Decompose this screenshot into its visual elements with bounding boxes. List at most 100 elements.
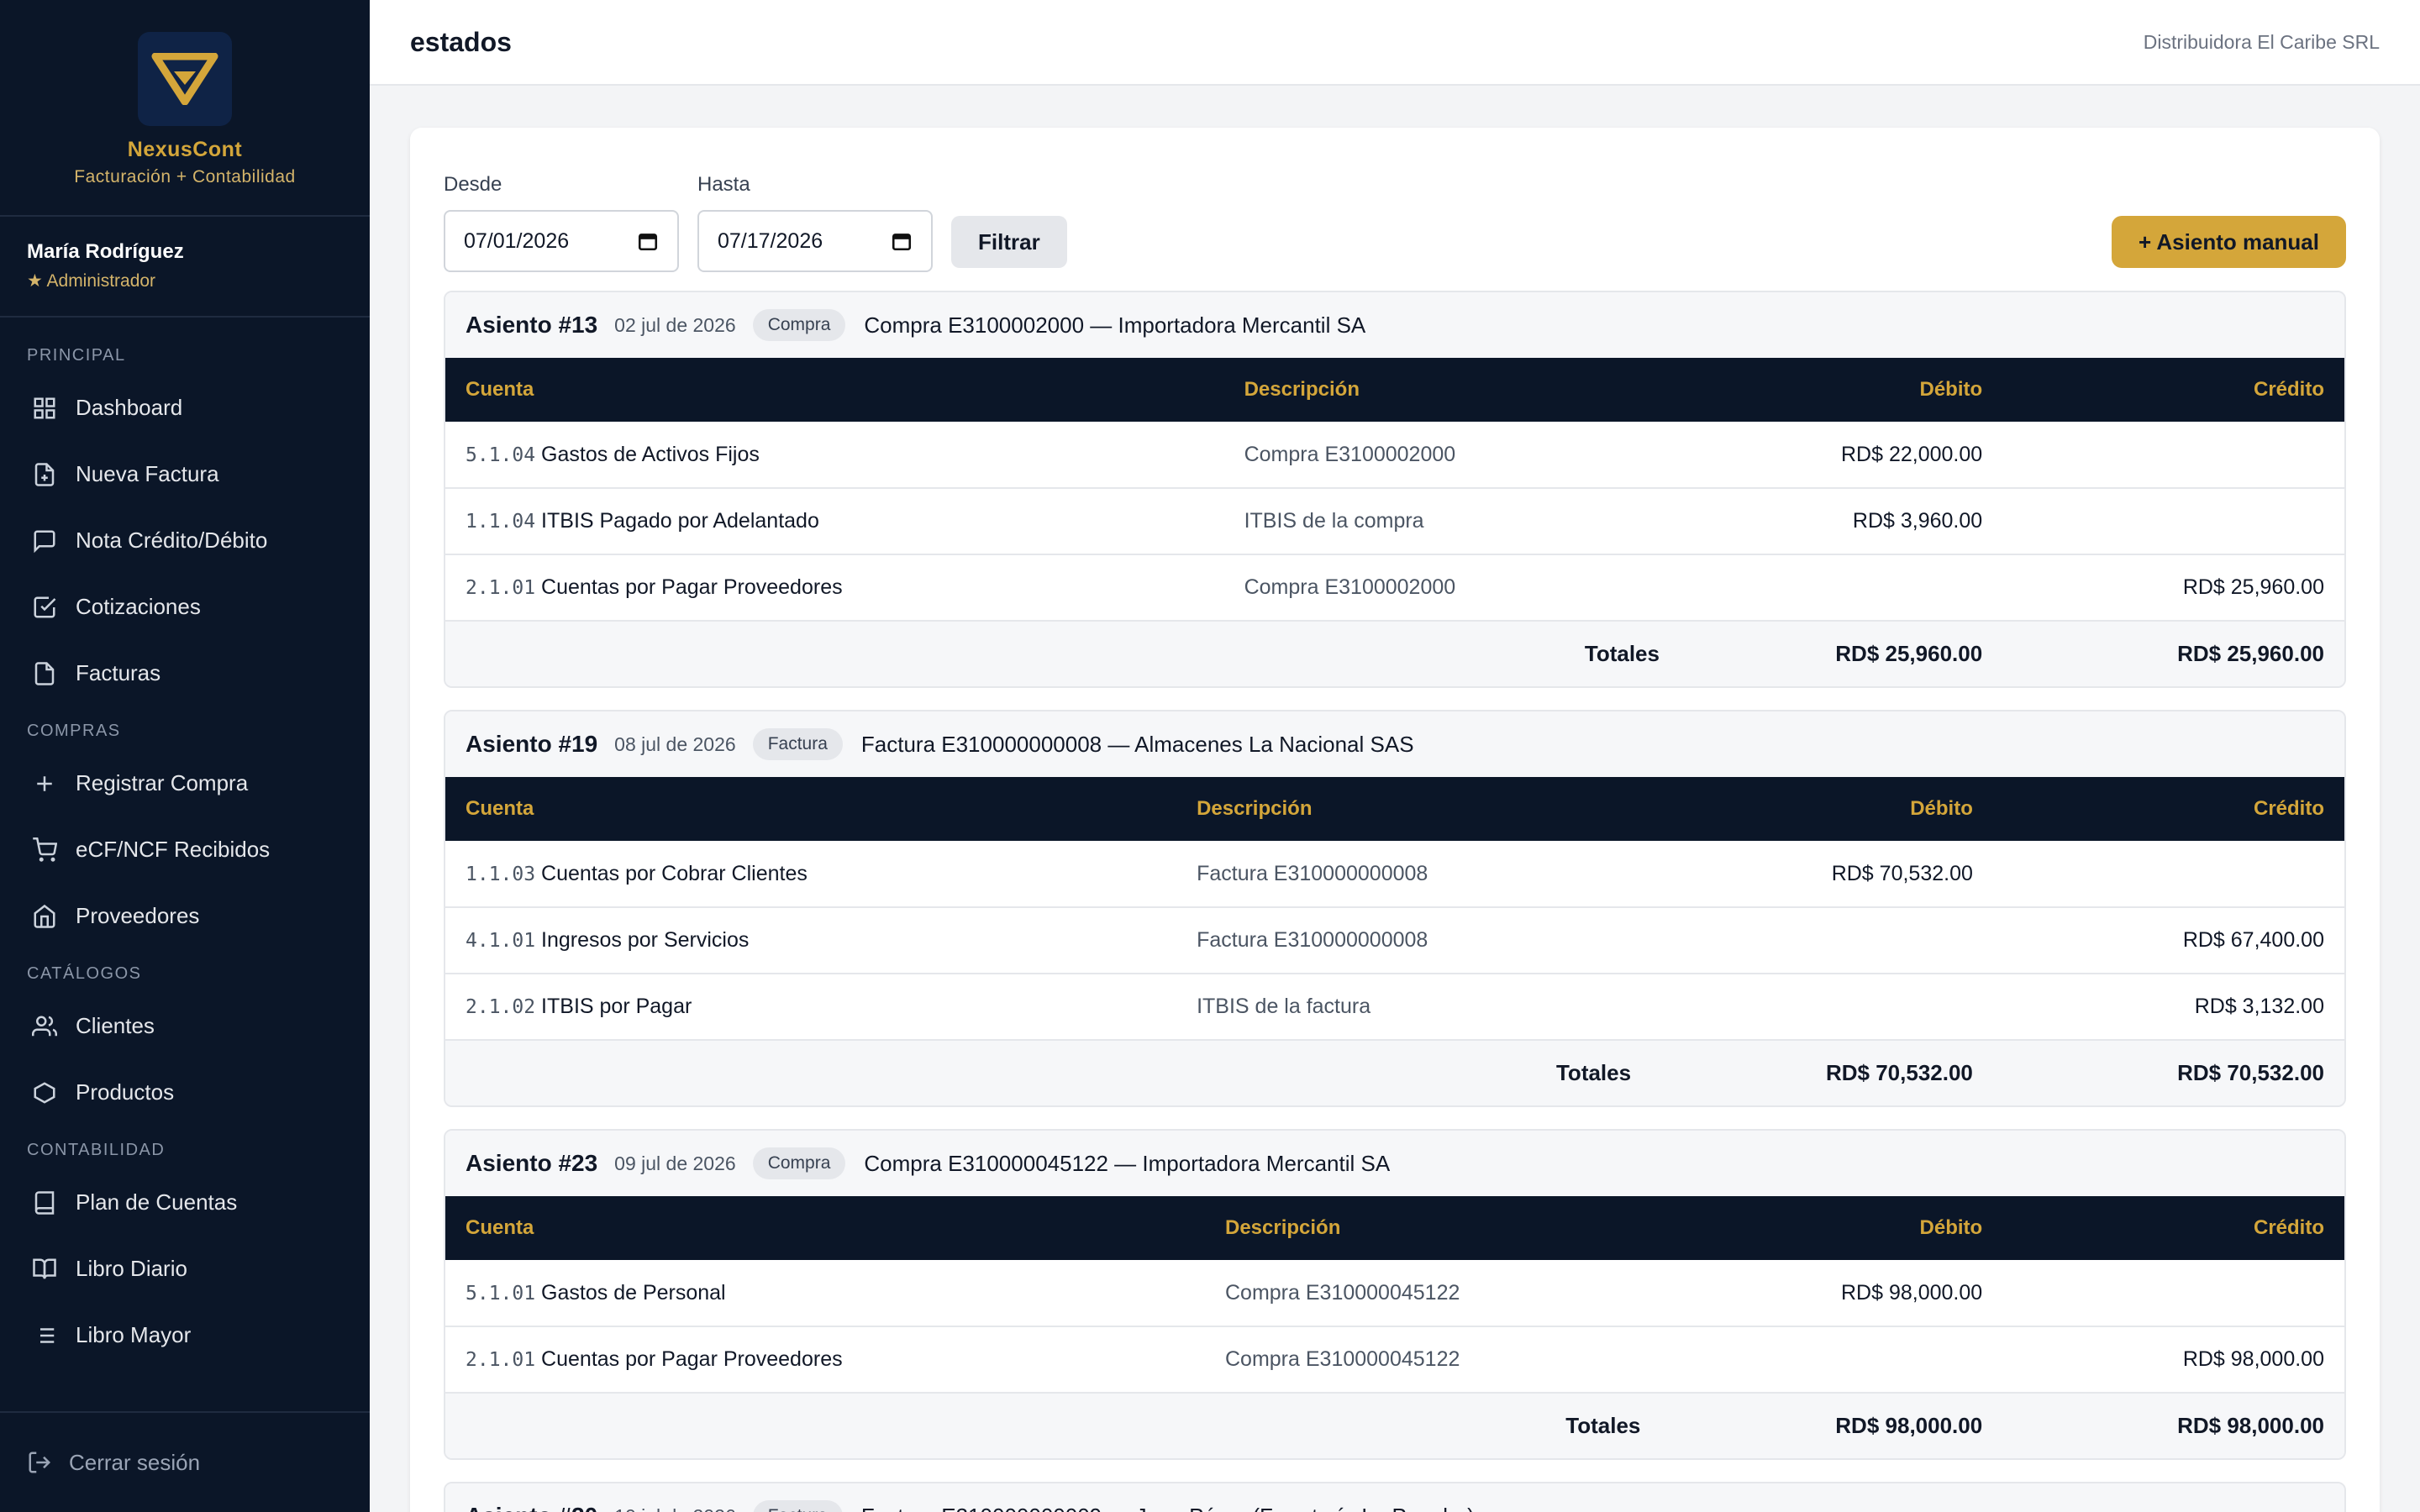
nav-section-compras: COMPRAS bbox=[27, 722, 121, 740]
desde-field: Desde 07/01/2026 bbox=[444, 173, 679, 272]
brand: NexusCont Facturación + Contabilidad bbox=[0, 0, 370, 217]
description-cell: Compra E310000045122 bbox=[1225, 1280, 1460, 1305]
nav-item-label: Nueva Factura bbox=[76, 461, 219, 486]
nav-item-libro-mayor[interactable]: Libro Mayor bbox=[0, 1302, 370, 1368]
calendar-icon[interactable] bbox=[637, 230, 659, 252]
account-cell: 2.1.01 Cuentas por Pagar Proveedores bbox=[445, 1326, 1205, 1393]
hasta-value: 07/17/2026 bbox=[718, 228, 823, 253]
nav-item-ecf-ncf-recibidos[interactable]: eCF/NCF Recibidos bbox=[0, 816, 370, 883]
entry-date: 02 jul de 2026 bbox=[614, 313, 736, 336]
date-filters: Desde 07/01/2026 Hasta 07/17/2026 Filtra… bbox=[444, 165, 2346, 272]
brand-subtitle: Facturación + Contabilidad bbox=[74, 167, 296, 186]
list-icon bbox=[40, 1327, 55, 1343]
entry-table: Cuenta Descripción Débito Crédito 5.1.01 Gas… bbox=[445, 1196, 2344, 1458]
column-credito: Crédito bbox=[2254, 378, 2324, 401]
credit-cell bbox=[2002, 488, 2344, 554]
entry-header: Asiento #19 08 jul de 2026 Factura Factura … bbox=[445, 711, 2344, 777]
column-descripcion: Descripción bbox=[1225, 1216, 1341, 1239]
account-name: Cuentas por Cobrar Clientes bbox=[541, 861, 808, 885]
users-icon bbox=[32, 1016, 57, 1036]
table-row: 2.1.01 Cuentas por Pagar Proveedores Comp… bbox=[445, 554, 2344, 621]
nav-item-proveedores[interactable]: Proveedores bbox=[0, 883, 370, 949]
nav-item-label: Clientes bbox=[76, 1013, 155, 1038]
nav-item-label: Dashboard bbox=[76, 395, 183, 420]
hexagon-icon bbox=[34, 1081, 55, 1104]
nav-item-dashboard[interactable]: Dashboard bbox=[0, 375, 370, 441]
nav-item-facturas[interactable]: Facturas bbox=[0, 640, 370, 706]
credit-cell: RD$ 25,960.00 bbox=[2182, 575, 2324, 599]
credit-cell bbox=[1993, 841, 2344, 907]
entry-description: Compra E3100002000 — Importadora Mercant… bbox=[864, 312, 1366, 338]
entry-type-badge: Compra bbox=[752, 1147, 846, 1179]
entry-type-badge: Compra bbox=[752, 309, 846, 341]
hasta-date-input[interactable]: 07/17/2026 bbox=[697, 210, 933, 272]
account-name: ITBIS Pagado por Adelantado bbox=[541, 509, 819, 533]
column-cuenta: Cuenta bbox=[466, 797, 534, 820]
account-code: 5.1.01 bbox=[466, 1282, 536, 1305]
nav-section-principal: PRINCIPAL bbox=[27, 346, 126, 365]
nav-item-label: Plan de Cuentas bbox=[76, 1189, 238, 1215]
account-cell: 5.1.01 Gastos de Personal bbox=[445, 1260, 1205, 1326]
journal-card: Desde 07/01/2026 Hasta 07/17/2026 Filtra… bbox=[410, 128, 2380, 1512]
entry-description: Factura E310000000008 — Almacenes La Nac… bbox=[860, 731, 1414, 757]
debit-cell bbox=[1660, 1326, 2002, 1393]
nav-item-cotizaciones[interactable]: Cotizaciones bbox=[0, 574, 370, 640]
total-credit: RD$ 98,000.00 bbox=[2177, 1413, 2324, 1438]
account-name: Gastos de Personal bbox=[541, 1280, 726, 1305]
nav-item-libro-diario[interactable]: Libro Diario bbox=[0, 1236, 370, 1302]
account-name: Ingresos por Servicios bbox=[541, 928, 750, 952]
account-name: ITBIS por Pagar bbox=[541, 995, 692, 1018]
description-cell: Compra E3100002000 bbox=[1244, 442, 1456, 466]
nav-item-clientes[interactable]: Clientes bbox=[0, 993, 370, 1059]
debit-cell bbox=[1680, 554, 2002, 621]
totals-spacer bbox=[445, 621, 1224, 686]
entry-table: Cuenta Descripción Débito Crédito 5.1.04 Gas… bbox=[445, 358, 2344, 686]
home-icon bbox=[34, 904, 55, 928]
hasta-field: Hasta 07/17/2026 bbox=[697, 173, 933, 272]
debit-cell bbox=[1651, 907, 1993, 974]
credit-cell bbox=[2002, 1260, 2344, 1326]
plus-icon bbox=[37, 775, 52, 791]
filter-button[interactable]: Filtrar bbox=[951, 216, 1067, 268]
cart-icon bbox=[33, 837, 57, 862]
journal-entry: Asiento #13 02 jul de 2026 Compra Compra E3… bbox=[444, 291, 2346, 688]
totals-row: Totales RD$ 70,532.00 RD$ 70,532.00 bbox=[445, 1040, 2344, 1105]
description-cell: Factura E310000000008 bbox=[1197, 928, 1428, 952]
entry-date: 10 jul de 2026 bbox=[614, 1505, 736, 1512]
entry-type-badge: Factura bbox=[752, 728, 843, 760]
account-code: 1.1.04 bbox=[466, 511, 536, 533]
nav-item-label: eCF/NCF Recibidos bbox=[76, 837, 271, 862]
calendar-icon[interactable] bbox=[891, 230, 913, 252]
file-plus-icon bbox=[34, 462, 55, 486]
entry-header: Asiento #20 10 jul de 2026 Factura Factura … bbox=[445, 1483, 2344, 1512]
table-row: 4.1.01 Ingresos por Servicios Factura E31… bbox=[445, 907, 2344, 974]
nav-item-nueva-factura[interactable]: Nueva Factura bbox=[0, 441, 370, 507]
account-code: 1.1.03 bbox=[466, 863, 536, 885]
nav-item-registrar-compra[interactable]: Registrar Compra bbox=[0, 750, 370, 816]
nav-item-plan-de-cuentas[interactable]: Plan de Cuentas bbox=[0, 1169, 370, 1236]
book-icon bbox=[34, 1190, 55, 1215]
table-header-row: Cuenta Descripción Débito Crédito bbox=[445, 777, 2344, 841]
description-cell: Compra E3100002000 bbox=[1244, 575, 1456, 599]
brand-logo bbox=[138, 32, 232, 126]
account-cell: 2.1.01 Cuentas por Pagar Proveedores bbox=[445, 554, 1224, 621]
nav-item-nota-credito-debito[interactable]: Nota Crédito/Débito bbox=[0, 507, 370, 574]
journal-entry: Asiento #23 09 jul de 2026 Compra Compra E3… bbox=[444, 1129, 2346, 1460]
table-row: 2.1.01 Cuentas por Pagar Proveedores Comp… bbox=[445, 1326, 2344, 1393]
journal-entry: Asiento #19 08 jul de 2026 Factura Factura … bbox=[444, 710, 2346, 1107]
table-row: 5.1.01 Gastos de Personal Compra E3100000… bbox=[445, 1260, 2344, 1326]
debit-cell: RD$ 98,000.00 bbox=[1841, 1280, 1983, 1305]
account-code: 5.1.04 bbox=[466, 444, 536, 466]
credit-cell: RD$ 67,400.00 bbox=[2182, 928, 2324, 952]
logout-button[interactable]: Cerrar sesión bbox=[0, 1411, 370, 1512]
manual-entry-button[interactable]: + Asiento manual bbox=[2111, 216, 2346, 268]
account-cell: 5.1.04 Gastos de Activos Fijos bbox=[445, 422, 1224, 488]
table-row: 2.1.02 ITBIS por Pagar ITBIS de la factur… bbox=[445, 974, 2344, 1040]
description-cell: Factura E310000000008 bbox=[1197, 861, 1428, 885]
account-code: 4.1.01 bbox=[466, 930, 536, 952]
desde-date-input[interactable]: 07/01/2026 bbox=[444, 210, 679, 272]
credit-cell bbox=[2002, 422, 2344, 488]
description-cell: ITBIS de la factura bbox=[1197, 995, 1371, 1018]
debit-cell: RD$ 22,000.00 bbox=[1840, 442, 1983, 466]
nav-item-productos[interactable]: Productos bbox=[0, 1059, 370, 1126]
